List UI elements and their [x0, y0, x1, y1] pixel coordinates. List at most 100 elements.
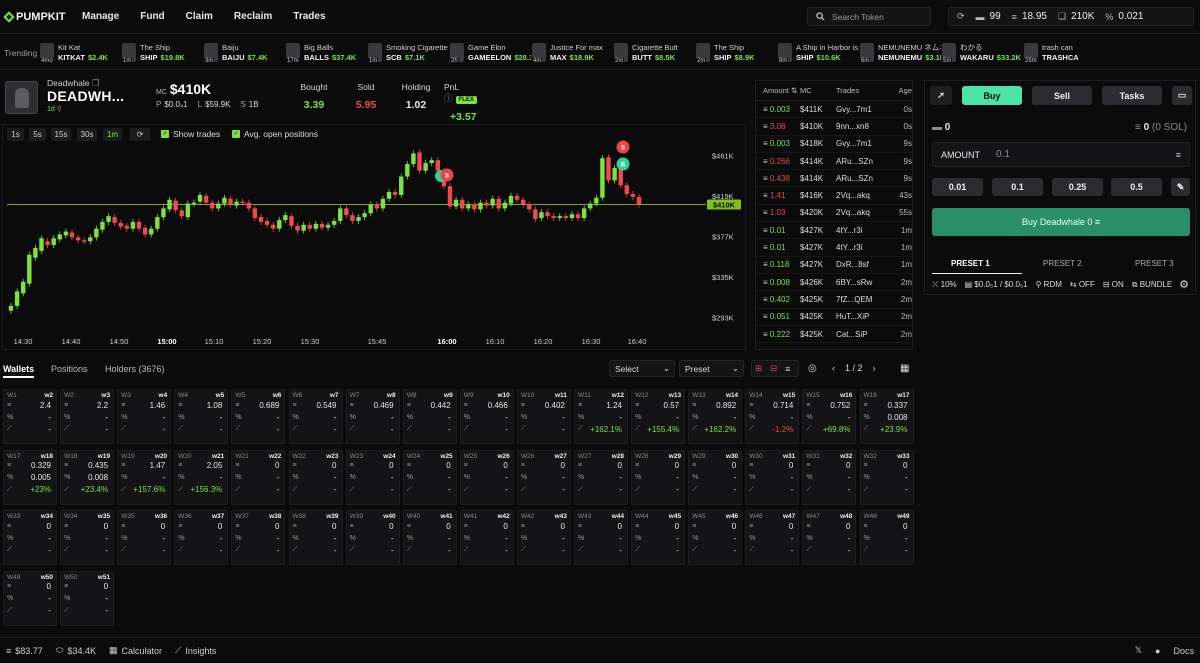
wallet-card[interactable]: W38 w39 ≡ 0% - ⟋ - [288, 510, 343, 565]
quick-amount-0.01[interactable]: 0.01 [932, 178, 983, 196]
trade-wallet[interactable]: ARu...SZn [836, 157, 890, 166]
wallet-card[interactable]: W31 w32 ≡ 0% - ⟋ - [802, 449, 857, 505]
wallet-card[interactable]: W50 w51 ≡ 0% - ⟋ - [60, 570, 115, 626]
trade-wallet[interactable]: 7fZ...QEM [836, 295, 890, 304]
trending-item[interactable]: 2h Game ElonGAMEELON$28.3K [450, 43, 531, 64]
wallet-card[interactable]: W29 w30 ≡ 0% - ⟋ - [688, 449, 743, 505]
wallet-card[interactable]: W42 w43 ≡ 0% - ⟋ - [516, 510, 571, 565]
wallet-card[interactable]: W26 w27 ≡ 0% - ⟋ - [516, 449, 571, 505]
wallet-card[interactable]: W13 w14 ≡ 0.892% - ⟋ +162.2% [688, 389, 743, 444]
docs-link[interactable]: Docs [1173, 646, 1194, 656]
settings-gear-icon[interactable]: ⚙ [1179, 278, 1189, 291]
wallet-card[interactable]: W7 w8 ≡ 0.469% - ⟋ - [345, 389, 400, 444]
trending-item[interactable]: 2m Cigarette Butt BUTT $8.5K [614, 43, 695, 64]
github-icon[interactable]: ● [1155, 646, 1160, 656]
trade-wallet[interactable]: 6BY...sRw [836, 278, 890, 287]
wallet-card[interactable]: W16 w17 ≡ 0.337% 0.008 ⟋ +23.9% [859, 389, 914, 444]
select-dropdown[interactable]: Select ⌄ [609, 360, 675, 377]
preset-dropdown[interactable]: Preset ⌄ [679, 360, 744, 377]
nav-fund[interactable]: Fund [140, 11, 164, 22]
trending-item[interactable]: 1m The Ship SHIP $19.8K [122, 43, 203, 64]
trending-item[interactable]: 4m Justice For max MAX $18.9K [532, 43, 613, 64]
prev-page-icon[interactable]: ‹ [832, 363, 835, 373]
quick-amount-0.25[interactable]: 0.25 [1052, 178, 1103, 196]
preset-2-tab[interactable]: PRESET 2 [1043, 259, 1082, 268]
feed-col-amount[interactable]: Amount ⇅ [756, 86, 800, 95]
wallet-card[interactable]: W43 w44 ≡ 0% - ⟋ - [574, 510, 628, 565]
rocket-icon[interactable]: ➚ [930, 86, 952, 105]
wallet-card[interactable]: W44 w45 ≡ 0% - ⟋ - [631, 510, 686, 565]
wallet-card[interactable]: W12 w13 ≡ 0.57% - ⟋ +155.4% [631, 389, 686, 444]
wallet-card[interactable]: W30 w31 ≡ 0% - ⟋ - [745, 449, 800, 505]
link-icon[interactable]: ⚲ [57, 106, 62, 113]
buy-token-button[interactable]: Buy Deadwhale 0 ≡ [932, 208, 1190, 236]
nav-manage[interactable]: Manage [82, 11, 119, 22]
wallet-card[interactable]: W8 w9 ≡ 0.442% - ⟋ - [402, 389, 457, 444]
trade-wallet[interactable]: 4tY...r3i [836, 243, 890, 252]
wallet-card[interactable]: W15 w16 ≡ 0.752% - ⟋ +69.8% [802, 389, 857, 444]
wallet-card[interactable]: W25 w26 ≡ 0% - ⟋ - [459, 449, 514, 505]
flex-badge[interactable]: FLEX [455, 96, 477, 104]
trade-wallet[interactable]: DxR...8sf [836, 260, 890, 269]
price-chart[interactable]: $461K $419K $377K $335K $293K 14:30 14:40 14:50… [2, 124, 746, 350]
trade-wallet[interactable]: ARu...SZn [836, 174, 890, 183]
tab-holders[interactable]: Holders (3676) [105, 364, 165, 374]
nav-claim[interactable]: Claim [186, 11, 213, 22]
trending-item[interactable]: 8m A Ship in Harbor is Sa...SHIP$10.6K [778, 43, 859, 64]
wallet-card[interactable]: W9 w10 ≡ 0.466% - ⟋ - [459, 389, 514, 444]
trade-wallet[interactable]: Cat...SiP [836, 330, 890, 339]
wallet-card[interactable]: W19 w20 ≡ 1.47% - ⟋ +157.6% [117, 449, 172, 505]
nav-reclaim[interactable]: Reclaim [234, 11, 272, 22]
next-page-icon[interactable]: › [873, 363, 876, 373]
wallet-toggle-icon[interactable]: ▭ [1172, 86, 1192, 105]
preset-1-tab[interactable]: PRESET 1 [951, 259, 990, 268]
wallet-card[interactable]: W33 w34 ≡ 0% - ⟋ - [3, 510, 57, 565]
feed-row[interactable]: ≡ 0.438 $414K ARu...SZn 9s [756, 170, 912, 188]
trade-wallet[interactable]: Gvy...7m1 [836, 105, 890, 114]
preset-3-tab[interactable]: PRESET 3 [1135, 259, 1174, 268]
deselect-icon[interactable]: ⊟ [770, 363, 777, 374]
calculator-link[interactable]: ▦ Calculator [109, 645, 162, 656]
x-icon[interactable]: 𝕏 [1135, 645, 1142, 656]
trade-wallet[interactable]: Gvy...7m1 [836, 139, 890, 148]
trade-wallet[interactable]: 4tY...r3i [836, 226, 890, 235]
trending-item[interactable]: 6m NEMUNEMU ネムネムNEMUNEMU$3.1K [860, 43, 941, 64]
copy-icon[interactable]: ❐ [92, 78, 100, 88]
wallet-card[interactable]: W3 w4 ≡ 1.46% - ⟋ - [117, 389, 172, 444]
feed-row[interactable]: ≡ 0.222 $425K Cat...SiP 2m [756, 326, 912, 344]
wallet-card[interactable]: W41 w42 ≡ 0% - ⟋ - [459, 510, 514, 565]
wallet-card[interactable]: W32 w33 ≡ 0% - ⟋ - [859, 449, 914, 505]
wallet-card[interactable]: W21 w22 ≡ 0% - ⟋ - [231, 449, 286, 505]
wallet-card[interactable]: W5 w6 ≡ 0.689% - ⟋ - [231, 389, 286, 444]
wallet-card[interactable]: W20 w21 ≡ 2.05% - ⟋ +156.3% [174, 449, 229, 505]
wallet-card[interactable]: W39 w40 ≡ 0% - ⟋ - [345, 510, 400, 565]
wallet-card[interactable]: W28 w29 ≡ 0% - ⟋ - [631, 449, 686, 505]
wallet-card[interactable]: W14 w15 ≡ 0.714% - ⟋ -1.2% [745, 389, 800, 444]
feed-row[interactable]: ≡ 0.01 $427K 4tY...r3i 1m [756, 222, 912, 240]
wallet-card[interactable]: W48 w49 ≡ 0% - ⟋ - [859, 510, 914, 565]
select-all-icon[interactable]: ⊞ [755, 363, 762, 374]
wallet-card[interactable]: W4 w5 ≡ 1.08% - ⟋ - [174, 389, 229, 444]
trending-item[interactable]: 2m The Ship SHIP $8.9K [696, 43, 777, 64]
grid-view-icon[interactable]: ▦ [900, 363, 909, 374]
trending-item[interactable]: 5m わかる WAKARU $33.2K [942, 43, 1023, 64]
wallet-card[interactable]: W22 w23 ≡ 0% - ⟋ - [288, 449, 343, 505]
wallet-card[interactable]: W17 w18 ≡ 0.329% 0.005 ⟋ +23% [3, 449, 57, 505]
wallet-card[interactable]: W36 w37 ≡ 0% - ⟋ - [174, 510, 229, 565]
wallet-card[interactable]: W47 w48 ≡ 0% - ⟋ - [802, 510, 857, 565]
wallet-card[interactable]: W40 w41 ≡ 0% - ⟋ - [402, 510, 457, 565]
feed-row[interactable]: ≡ 1.03 $420K 2Vq...akq 55s [756, 205, 912, 223]
wallet-card[interactable]: W27 w28 ≡ 0% - ⟋ - [574, 449, 628, 505]
nav-trades[interactable]: Trades [293, 11, 325, 22]
feed-row[interactable]: ≡ 0.003 $411K Gvy...7m1 0s [756, 101, 912, 119]
sell-tab[interactable]: Sell [1032, 86, 1092, 105]
edit-icon[interactable]: ✎ [1171, 178, 1190, 196]
wallet-card[interactable]: W24 w25 ≡ 0% - ⟋ - [402, 449, 457, 505]
trade-wallet[interactable]: 9nn...xn8 [836, 122, 890, 131]
list-icon[interactable]: ≡ [785, 364, 790, 374]
insights-link[interactable]: ⟋ Insights [175, 645, 216, 656]
quick-amount-0.1[interactable]: 0.1 [992, 178, 1043, 196]
wallet-card[interactable]: W1 w2 ≡ 2.4% - ⟋ - [3, 389, 57, 444]
trade-wallet[interactable]: 2Vq...akq [836, 208, 890, 217]
tasks-tab[interactable]: Tasks [1102, 86, 1162, 105]
